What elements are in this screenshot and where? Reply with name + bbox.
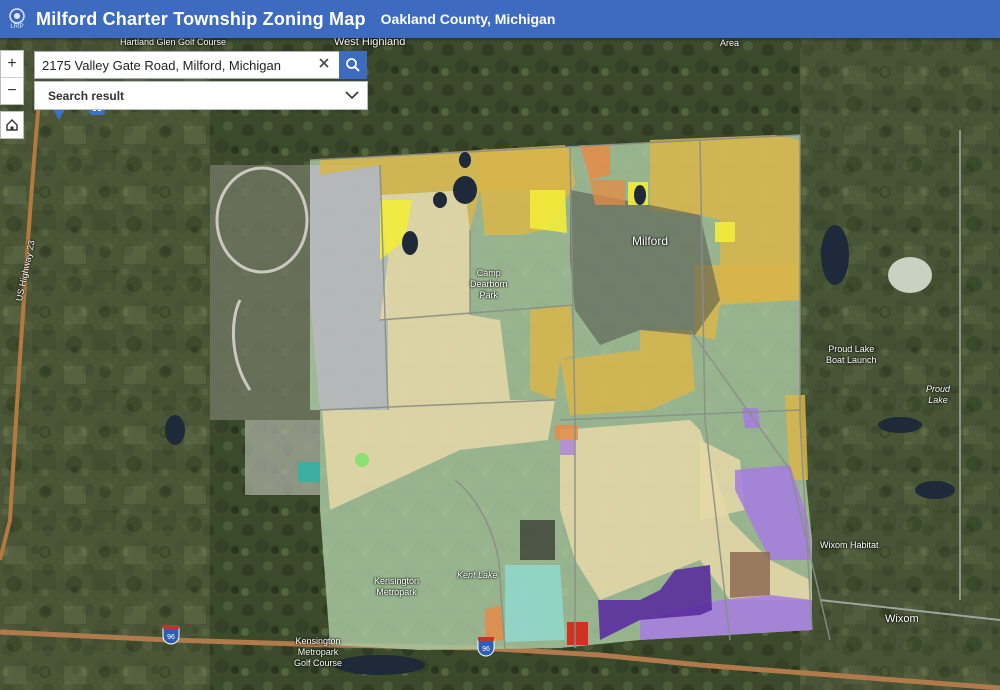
home-button[interactable]: [0, 111, 24, 139]
i96-shield-east-number: 96: [482, 646, 490, 653]
label-proud-lake: Proud Lake: [926, 384, 951, 405]
zone-industrial[interactable]: [310, 165, 388, 410]
home-icon: [6, 119, 18, 131]
clear-search-button[interactable]: [313, 56, 335, 74]
app-header: LRIP Milford Charter Township Zoning Map…: [0, 0, 1000, 38]
quarry-area: [245, 420, 320, 495]
app-subtitle: Oakland County, Michigan: [380, 11, 556, 27]
zone-orange-2[interactable]: [590, 180, 625, 205]
i96-shield-east: 96: [477, 637, 495, 657]
zone-purple-small2[interactable]: [560, 440, 575, 455]
label-kensington-metropark: Kensington Metropark: [374, 576, 420, 597]
label-kent-lake: Kent Lake: [457, 570, 498, 580]
zone-brown[interactable]: [730, 552, 770, 598]
label-wixom: Wixom: [885, 613, 919, 625]
chevron-down-icon[interactable]: [337, 91, 367, 100]
search-input[interactable]: 2175 Valley Gate Road, Milford, Michigan: [35, 58, 313, 73]
label-milford: Milford: [632, 234, 669, 248]
search-result-label: Search result: [48, 88, 125, 103]
zoom-in-button[interactable]: +: [1, 51, 23, 77]
search-icon: [346, 58, 360, 72]
township-seal-icon: [9, 7, 25, 24]
logo-text: LRIP: [10, 23, 24, 30]
zone-red[interactable]: [567, 622, 588, 645]
label-area: Area: [720, 38, 740, 48]
search-button[interactable]: [339, 51, 367, 79]
satellite-west: [0, 38, 210, 690]
park-marker: [355, 453, 369, 467]
label-proud-lake-launch: Proud Lake Boat Launch: [826, 344, 877, 365]
zone-yellow-3[interactable]: [715, 222, 735, 242]
label-camp-dearborn: Camp Dearborn Park: [470, 268, 508, 300]
address-search[interactable]: 2175 Valley Gate Road, Milford, Michigan: [34, 51, 340, 79]
gravel-pit: [888, 257, 932, 293]
zoom-control: + −: [0, 50, 24, 105]
zoning-overlay[interactable]: [310, 135, 812, 650]
label-hartland-glen: Hartland Glen Golf Course: [120, 37, 227, 47]
label-wixom-habitat: Wixom Habitat: [820, 540, 879, 550]
pond-cyan: [298, 462, 320, 482]
search-result-dropdown[interactable]: Search result: [34, 81, 368, 110]
unzoned-parcel: [520, 520, 555, 560]
label-kensington-golf: Kensington Metropark Golf Course: [294, 636, 343, 668]
label-west-highland: West Highland: [334, 36, 406, 48]
close-icon: [319, 58, 329, 68]
i96-shield-west-number: 96: [167, 634, 175, 641]
zone-yellow-1[interactable]: [530, 190, 567, 233]
app-title: Milford Charter Township Zoning Map: [36, 8, 366, 29]
zoom-out-button[interactable]: −: [1, 77, 23, 104]
township-logo: LRIP: [4, 4, 30, 34]
i96-shield-west: 96: [162, 625, 180, 645]
zone-cyan[interactable]: [505, 565, 565, 642]
